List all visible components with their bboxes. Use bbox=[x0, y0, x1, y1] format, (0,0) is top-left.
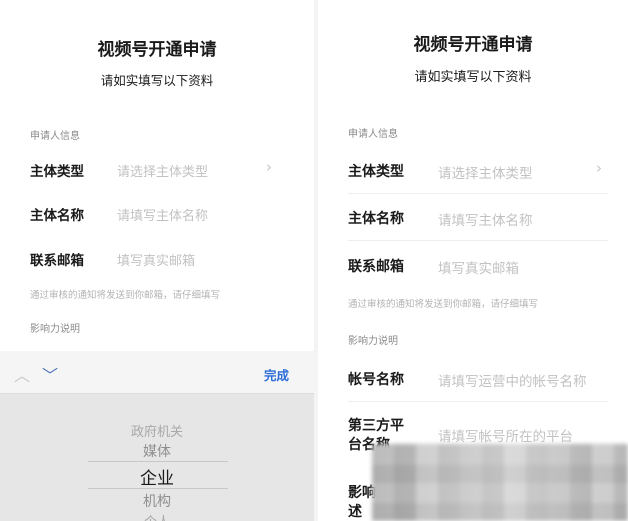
right-panel: 视频号开通申请 请如实填写以下资料 申请人信息 主体类型 请选择主体类型 › 主… bbox=[318, 0, 628, 521]
account-name-input[interactable]: 请填写运营中的帐号名称 bbox=[438, 370, 587, 390]
picker-option-institution[interactable]: 机构 bbox=[0, 491, 314, 511]
page-subtitle: 请如实填写以下资料 bbox=[414, 70, 532, 85]
contact-email-label: 联系邮箱 bbox=[30, 253, 84, 269]
section-applicant-info: 申请人信息 bbox=[30, 131, 80, 142]
subject-type-select[interactable]: 请选择主体类型 bbox=[438, 162, 533, 182]
picker-option-government[interactable]: 政府机关 bbox=[0, 421, 314, 440]
page-title: 视频号开通申请 bbox=[97, 40, 217, 60]
chevron-down-icon[interactable]: ﹀ bbox=[42, 362, 58, 386]
picker-option-individual[interactable]: 个人 bbox=[0, 511, 314, 521]
picker-toolbar: ︿ ﹀ 完成 bbox=[0, 351, 314, 394]
subject-type-label: 主体类型 bbox=[348, 164, 404, 180]
picker-option-enterprise-selected[interactable]: 企业 bbox=[0, 464, 314, 489]
picker-selection-bottom-line bbox=[88, 488, 228, 489]
section-influence: 影响力说明 bbox=[30, 324, 80, 335]
account-name-label: 帐号名称 bbox=[348, 372, 404, 388]
chevron-right-icon: › bbox=[266, 158, 272, 176]
divider bbox=[348, 401, 608, 402]
page-subtitle: 请如实填写以下资料 bbox=[100, 73, 214, 88]
blurred-overlay bbox=[372, 444, 628, 521]
picker-selection-top-line bbox=[88, 461, 228, 462]
section-influence: 影响力说明 bbox=[348, 336, 398, 347]
page-title: 视频号开通申请 bbox=[413, 35, 533, 55]
third-party-platform-input[interactable]: 请填写帐号所在的平台 bbox=[438, 425, 573, 445]
subject-type-select[interactable]: 请选择主体类型 bbox=[117, 161, 208, 180]
subject-name-label: 主体名称 bbox=[30, 208, 84, 224]
contact-email-input[interactable]: 填写真实邮箱 bbox=[117, 250, 195, 269]
chevron-up-icon[interactable]: ︿ bbox=[14, 362, 30, 386]
divider bbox=[348, 193, 608, 194]
divider bbox=[348, 240, 608, 241]
subject-name-label: 主体名称 bbox=[348, 211, 404, 227]
chevron-right-icon: › bbox=[596, 159, 602, 177]
picker-option-media[interactable]: 媒体 bbox=[0, 441, 314, 461]
influence-description-label-line2: 述 bbox=[348, 504, 362, 520]
email-hint: 通过审核的通知将发送到你邮箱，请仔细填写 bbox=[348, 299, 539, 310]
subject-name-input[interactable]: 请填写主体名称 bbox=[438, 209, 533, 229]
subject-type-picker[interactable]: ︿ ﹀ 完成 政府机关 媒体 企业 机构 个人 bbox=[0, 351, 314, 521]
section-applicant-info: 申请人信息 bbox=[348, 129, 398, 140]
contact-email-input[interactable]: 填写真实邮箱 bbox=[438, 257, 519, 277]
done-button[interactable]: 完成 bbox=[264, 365, 289, 384]
left-panel: 视频号开通申请 请如实填写以下资料 申请人信息 主体类型 请选择主体类型 › 主… bbox=[0, 0, 314, 521]
subject-name-input[interactable]: 请填写主体名称 bbox=[117, 205, 208, 224]
email-hint: 通过审核的通知将发送到你邮箱，请仔细填写 bbox=[30, 290, 221, 301]
third-party-platform-label-line1: 第三方平 bbox=[348, 418, 404, 434]
subject-type-label: 主体类型 bbox=[30, 164, 84, 180]
contact-email-label: 联系邮箱 bbox=[348, 259, 404, 275]
